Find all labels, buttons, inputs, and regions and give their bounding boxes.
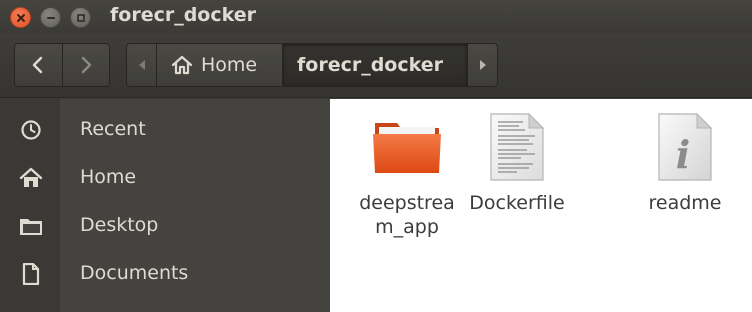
- path-scroll-left-button[interactable]: [127, 44, 157, 86]
- chevron-left-icon: [33, 56, 43, 74]
- file-view[interactable]: deepstrea m_app Dockerfile i readme: [330, 99, 752, 312]
- minimize-button[interactable]: [40, 7, 61, 28]
- triangle-left-icon: [138, 60, 145, 70]
- sidebar-item-label: Recent: [80, 118, 146, 140]
- minimize-icon: [46, 16, 55, 19]
- file-name: readme: [648, 192, 722, 214]
- sidebar-item-home[interactable]: Home: [0, 153, 330, 201]
- triangle-right-icon: [479, 60, 486, 70]
- info-file-icon: i: [630, 107, 740, 187]
- chevron-right-icon: [81, 56, 91, 74]
- sidebar-item-documents[interactable]: Documents: [0, 249, 330, 297]
- window-title: forecr_docker: [110, 4, 257, 26]
- title-bar: forecr_docker: [0, 0, 752, 34]
- breadcrumb-home-label: Home: [201, 54, 258, 76]
- breadcrumb-current-label: forecr_docker: [297, 54, 444, 76]
- sidebar-item-recent[interactable]: Recent: [0, 105, 330, 153]
- home-icon: [171, 55, 193, 75]
- clock-icon: [18, 119, 44, 141]
- folder-icon: [18, 215, 44, 237]
- sidebar-item-label: Documents: [80, 262, 189, 284]
- forward-button[interactable]: [61, 44, 110, 86]
- file-item-readme[interactable]: i readme: [630, 107, 740, 215]
- toolbar: Home forecr_docker: [0, 34, 752, 98]
- path-bar: Home forecr_docker: [126, 43, 498, 87]
- sidebar-item-label: Home: [80, 166, 137, 188]
- path-scroll-right-button[interactable]: [467, 44, 497, 86]
- home-icon: [18, 167, 44, 189]
- close-button[interactable]: [10, 7, 31, 28]
- file-item-dockerfile[interactable]: Dockerfile: [462, 107, 572, 215]
- breadcrumb-home[interactable]: Home: [157, 44, 283, 86]
- document-icon: [18, 263, 44, 285]
- close-icon: [16, 13, 25, 22]
- folder-icon: [352, 107, 462, 187]
- sidebar: Recent Home Desktop Documents: [0, 99, 330, 312]
- file-item-folder[interactable]: deepstrea m_app: [352, 107, 462, 239]
- sidebar-item-desktop[interactable]: Desktop: [0, 201, 330, 249]
- maximize-button[interactable]: [70, 7, 91, 28]
- maximize-icon: [76, 13, 85, 22]
- breadcrumb-current[interactable]: forecr_docker: [283, 44, 467, 86]
- navigation-buttons: [14, 43, 110, 87]
- text-file-icon: [462, 107, 572, 187]
- file-name: Dockerfile: [469, 192, 565, 214]
- svg-text:i: i: [676, 132, 690, 177]
- back-button[interactable]: [15, 44, 62, 86]
- sidebar-item-label: Desktop: [80, 214, 159, 236]
- file-name: deepstrea m_app: [359, 192, 455, 238]
